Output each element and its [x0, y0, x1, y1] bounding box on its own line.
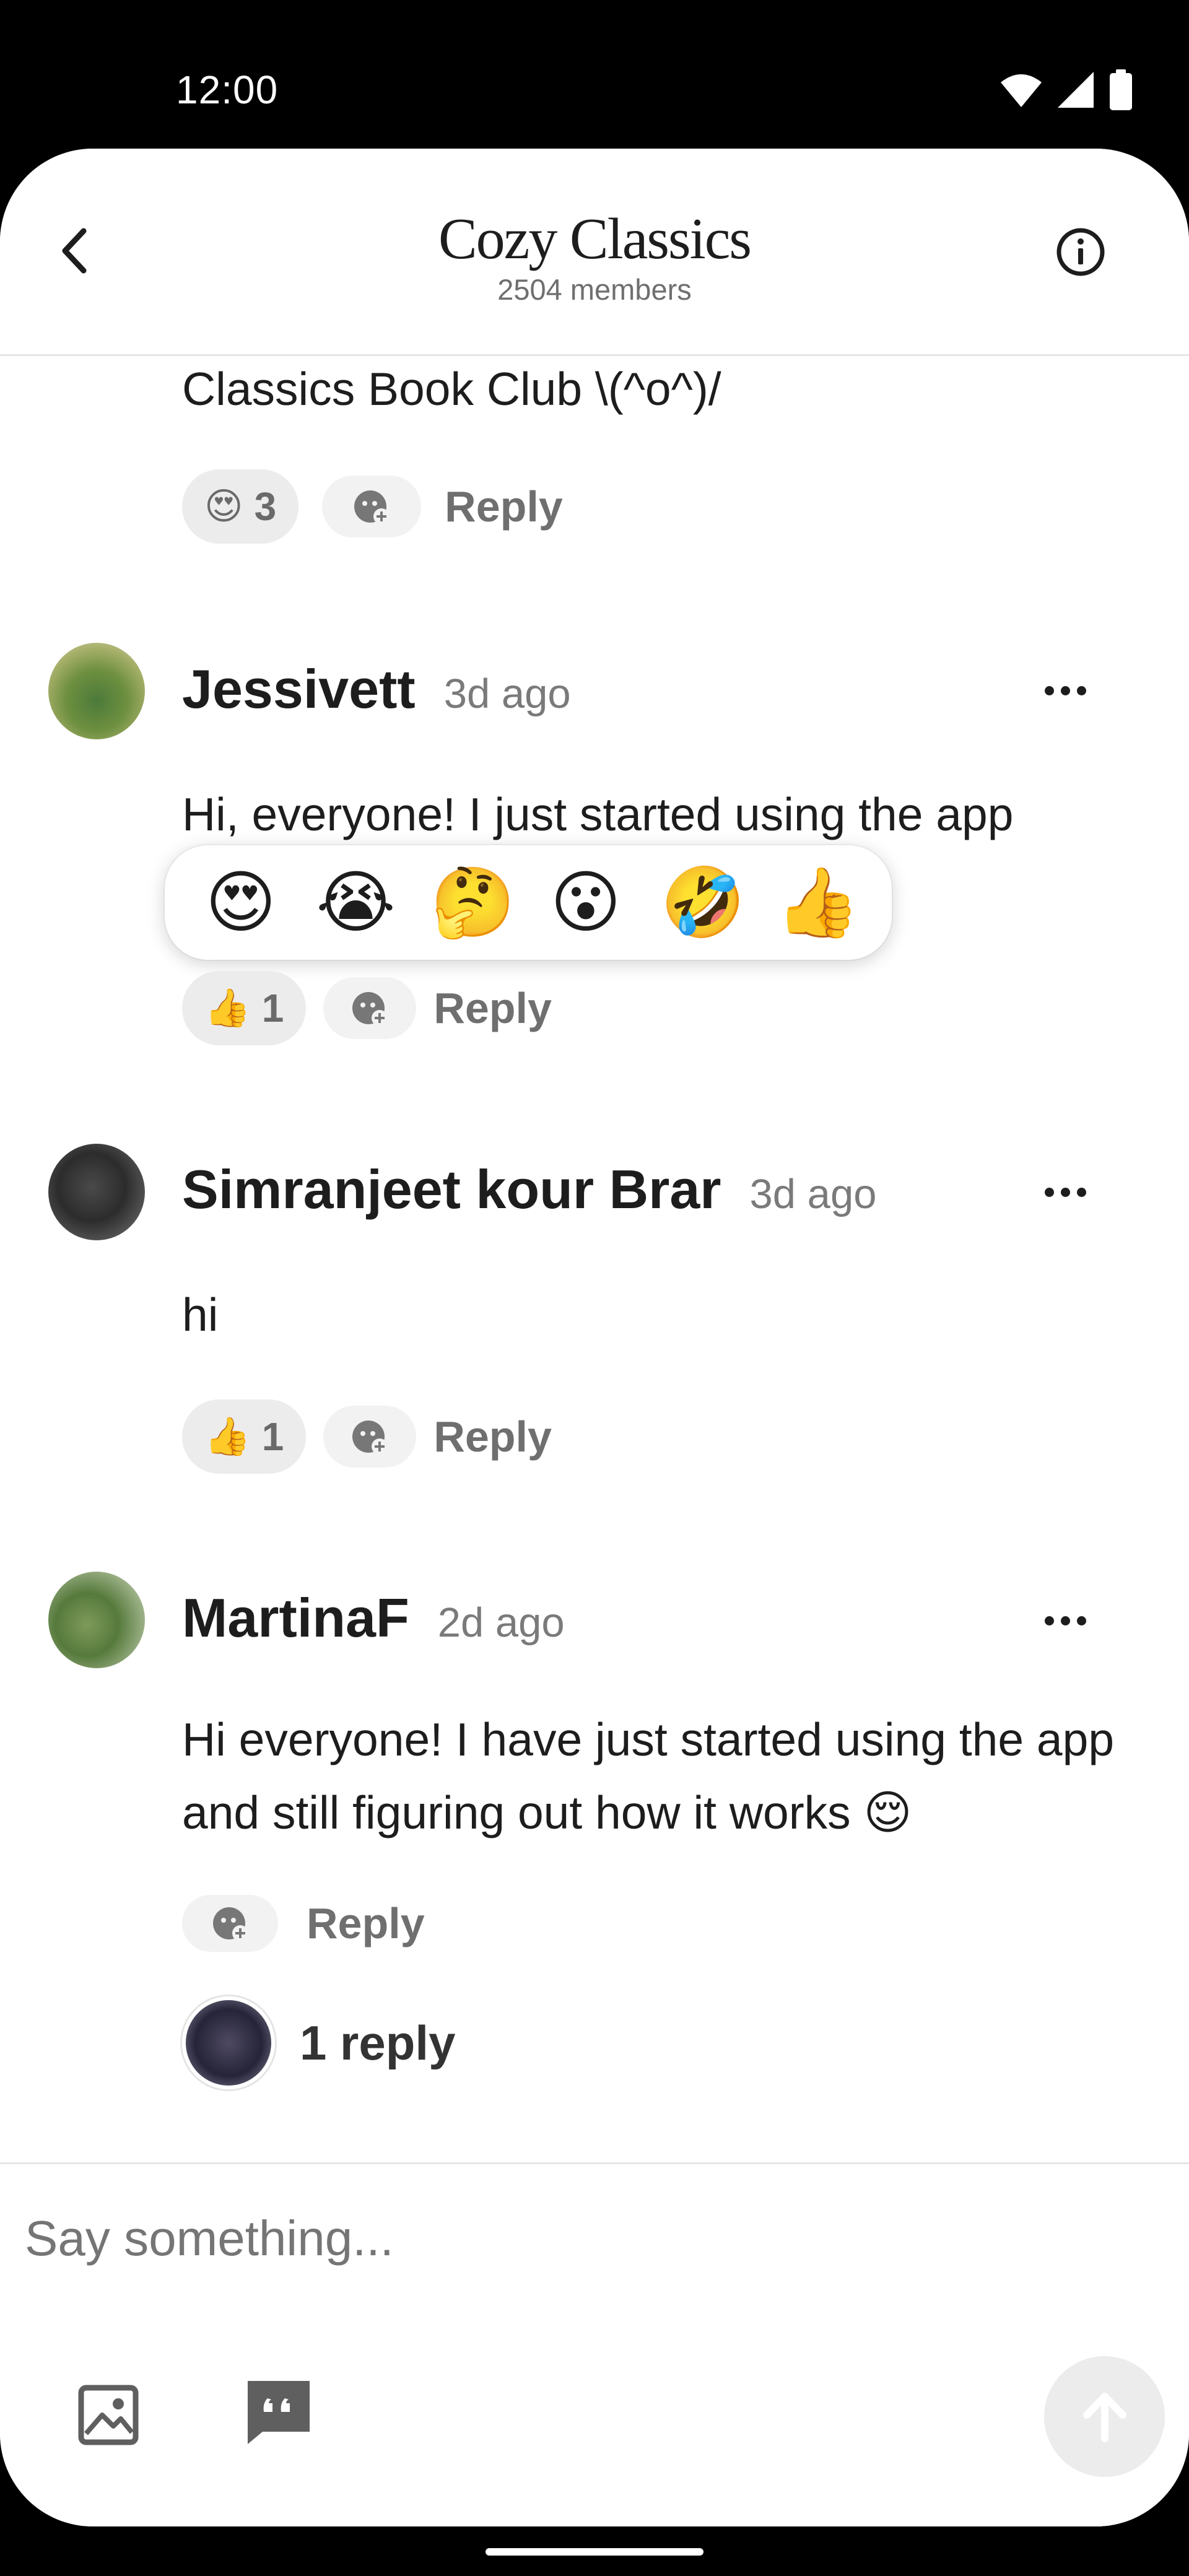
quote-button[interactable]	[242, 2375, 316, 2449]
send-button[interactable]	[1044, 2356, 1165, 2477]
reply-count: 1 reply	[300, 2015, 456, 2070]
add-reaction-icon	[354, 490, 390, 524]
view-replies[interactable]: 1 reply	[182, 1996, 455, 2089]
status-icons	[1000, 69, 1133, 110]
reaction-row: Reply	[182, 1895, 425, 1952]
message-text: Hi everyone! I have just started using t…	[182, 1713, 1115, 1838]
surprised-emoji-icon[interactable]: 😮	[546, 868, 626, 937]
thinking-emoji-icon[interactable]: 🤔	[430, 868, 515, 937]
reaction-pill[interactable]: 😍 3	[182, 469, 299, 544]
status-time: 12:00	[176, 67, 279, 112]
more-dot	[1060, 1616, 1070, 1625]
reaction-count: 3	[254, 484, 277, 529]
heart-eyes-emoji-icon[interactable]: 😍	[201, 868, 281, 937]
message-header: Simranjeet kour Brar 3d ago	[182, 1158, 876, 1221]
more-dot	[1076, 685, 1086, 695]
timestamp: 2d ago	[437, 1599, 565, 1646]
signal-icon	[1058, 72, 1094, 108]
add-reaction-button[interactable]	[323, 1406, 417, 1468]
reply-avatar	[182, 1996, 275, 2089]
reaction-row: 👍 1 Reply	[182, 971, 552, 1045]
message-composer	[0, 2162, 1189, 2526]
more-options-button[interactable]	[1034, 1173, 1096, 1211]
info-icon	[1056, 228, 1105, 276]
avatar[interactable]	[48, 1572, 145, 1668]
thumbs-up-emoji-icon[interactable]: 👍	[775, 868, 860, 937]
info-button[interactable]	[1053, 224, 1108, 280]
thumbs-up-emoji-icon: 👍	[204, 987, 251, 1029]
reaction-pill[interactable]: 👍 1	[182, 1399, 307, 1474]
quote-icon	[248, 2381, 310, 2444]
attach-image-button[interactable]	[74, 2381, 142, 2449]
more-dot	[1060, 685, 1070, 695]
reply-button[interactable]: Reply	[307, 1899, 425, 1948]
add-reaction-button[interactable]	[323, 977, 417, 1039]
username[interactable]: Jessivett	[182, 658, 416, 721]
more-dot	[1076, 1187, 1086, 1197]
add-reaction-icon	[352, 992, 388, 1026]
add-reaction-icon	[352, 1421, 388, 1455]
reply-button[interactable]: Reply	[433, 983, 552, 1033]
message-text: Hi, everyone! I just started using the a…	[182, 788, 1014, 840]
chat-header: Cozy Classics 2504 members	[0, 149, 1189, 356]
more-dot	[1076, 1616, 1086, 1625]
message-header: MartinaF 2d ago	[182, 1586, 565, 1650]
message-text: Classics Book Club \(^o^)/	[182, 363, 721, 415]
more-options-button[interactable]	[1034, 1602, 1096, 1639]
wifi-icon	[1001, 74, 1042, 107]
reply-button[interactable]: Reply	[433, 1412, 552, 1461]
member-count: 2504 members	[497, 273, 692, 306]
add-reaction-button[interactable]	[322, 476, 422, 537]
crying-emoji-icon[interactable]: 😭	[315, 868, 396, 937]
more-dots-icon	[1044, 1616, 1054, 1625]
message-text: hi	[182, 1289, 219, 1341]
laughing-emoji-icon[interactable]: 🤣	[660, 868, 745, 937]
avatar[interactable]	[48, 1144, 145, 1240]
home-indicator[interactable]	[486, 2548, 703, 2556]
timestamp: 3d ago	[749, 1171, 877, 1217]
more-dots-icon	[1044, 1187, 1054, 1197]
thumbs-up-emoji-icon: 👍	[204, 1416, 251, 1457]
avatar[interactable]	[48, 643, 145, 739]
more-dot	[1060, 1187, 1070, 1197]
username[interactable]: MartinaF	[182, 1586, 409, 1650]
reply-button[interactable]: Reply	[445, 482, 563, 531]
reaction-count: 1	[261, 986, 284, 1030]
more-dots-icon	[1044, 685, 1054, 695]
reaction-pill[interactable]: 👍 1	[182, 971, 307, 1045]
reaction-row: 😍 3 Reply	[182, 469, 563, 544]
heart-eyes-emoji-icon: 😍	[204, 485, 243, 527]
username[interactable]: Simranjeet kour Brar	[182, 1158, 721, 1221]
status-bar: 12:00	[0, 0, 1189, 155]
timestamp: 3d ago	[443, 671, 571, 717]
message-header: Jessivett 3d ago	[182, 658, 571, 721]
emoji-picker: 😍 😭 🤔 😮 🤣 👍	[165, 845, 892, 960]
group-title: Cozy Classics	[438, 207, 752, 271]
image-icon	[78, 2385, 139, 2445]
add-reaction-button[interactable]	[182, 1895, 278, 1952]
more-options-button[interactable]	[1034, 672, 1096, 709]
add-reaction-icon	[212, 1907, 248, 1941]
reaction-count: 1	[261, 1414, 284, 1459]
reaction-row: 👍 1 Reply	[182, 1399, 552, 1474]
message-input[interactable]	[25, 2201, 1016, 2276]
chat-screen: Cozy Classics 2504 members Classics Book…	[0, 149, 1189, 2526]
battery-icon	[1110, 69, 1132, 110]
send-arrow-icon	[1082, 2392, 1126, 2442]
